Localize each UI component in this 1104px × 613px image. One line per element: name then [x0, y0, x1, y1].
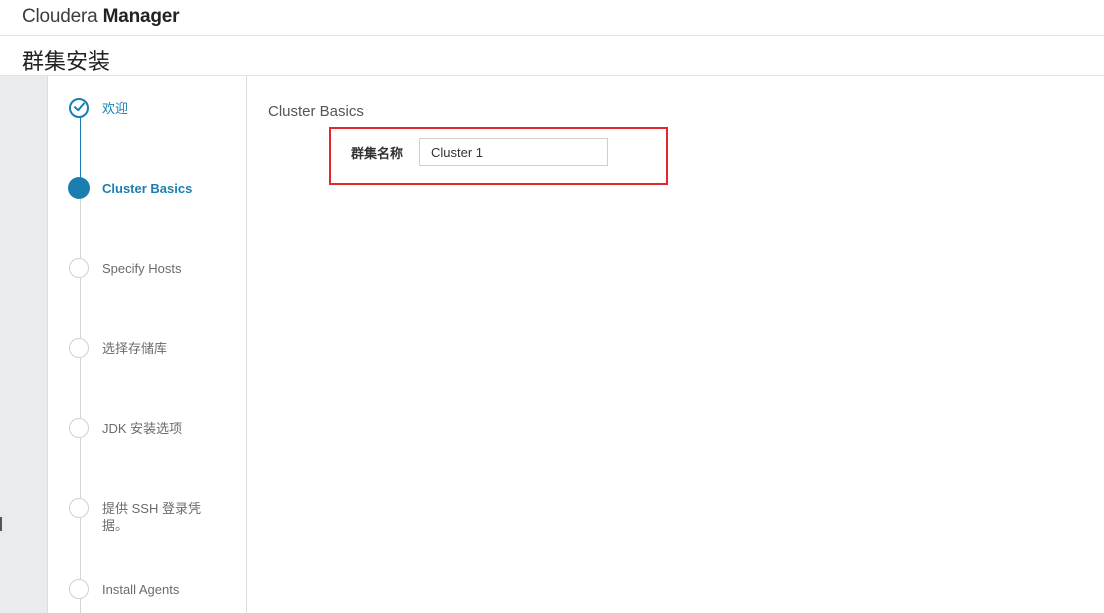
step-label: Specify Hosts — [102, 261, 182, 276]
steps-connector-line-completed — [80, 108, 81, 188]
checkmark-icon — [74, 102, 85, 112]
step-label: 选择存储库 — [102, 341, 168, 356]
cluster-name-input[interactable] — [419, 138, 608, 166]
step-complete-icon — [69, 98, 89, 118]
step-label: Cluster Basics — [102, 181, 193, 196]
step-label: Install Agents — [102, 582, 180, 597]
step-current-icon — [68, 177, 90, 199]
step-pending-icon — [69, 258, 89, 278]
page-title: 群集安装 — [22, 50, 111, 75]
left-gutter — [0, 76, 48, 613]
top-bar: Cloudera Manager — [0, 0, 1104, 36]
step-pending-icon — [69, 338, 89, 358]
title-bar: 群集安装 — [0, 36, 1104, 76]
brand-name-bold: Manager — [102, 6, 180, 27]
section-title: Cluster Basics — [268, 103, 364, 120]
step-label: JDK 安装选项 — [102, 421, 183, 436]
main-content: Cluster Basics 群集名称 — [247, 76, 1104, 613]
app-logo[interactable]: Cloudera Manager — [22, 6, 180, 28]
step-pending-icon — [69, 579, 89, 599]
step-pending-icon — [69, 418, 89, 438]
step-pending-icon — [69, 498, 89, 518]
brand-name-light: Cloudera — [22, 6, 98, 27]
step-label: 提供 SSH 登录凭据。 — [102, 501, 201, 533]
step-label: 欢迎 — [102, 101, 129, 116]
gutter-edge-mark — [0, 517, 2, 531]
cluster-name-label: 群集名称 — [351, 146, 404, 161]
wizard-steps-panel: 欢迎 Cluster Basics Specify Hosts 选择存储库 JD… — [48, 76, 247, 613]
